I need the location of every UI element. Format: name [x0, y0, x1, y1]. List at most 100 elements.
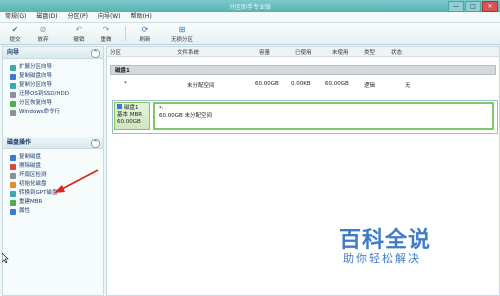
copy-disk-icon: [10, 154, 16, 161]
wizard-item-label: 复制分区向导: [19, 82, 53, 88]
refresh-label: 刷新: [139, 37, 151, 43]
wizard-item-label: 复制磁盘向导: [19, 73, 53, 79]
col-free[interactable]: 未使用: [332, 48, 349, 56]
refresh-button[interactable]: ⟳ 刷新: [134, 25, 156, 43]
initialize-icon: [10, 181, 16, 188]
menu-partition[interactable]: 分区(P): [63, 12, 93, 22]
wizard-item-migrate-os[interactable]: 迁移OS到SSD/HDD: [3, 90, 103, 99]
disk-op-copy-disk[interactable]: 复制磁盘: [3, 153, 103, 162]
maximize-button[interactable]: □: [465, 1, 481, 12]
disk-op-properties[interactable]: 属性: [3, 207, 103, 216]
discard-icon: ⊘: [39, 25, 47, 34]
properties-icon: [10, 208, 16, 215]
unallocated-partition-block[interactable]: *: 60.00GB 未分配空间: [153, 102, 494, 130]
cell-filesystem: 未分配空间: [187, 83, 215, 89]
wizard-item-copy-disk[interactable]: 复制磁盘向导: [3, 72, 103, 81]
submit-label: 提交: [9, 37, 21, 43]
cell-partition: *: [124, 81, 127, 87]
disk-map: 磁盘1 基本 MBR 60.00GB *: 60.00GB 未分配空间: [112, 100, 498, 134]
table-row[interactable]: * 未分配空间 60.00GB 0.00KB 60.00GB 逻辑 无: [107, 80, 499, 89]
menu-general[interactable]: 常规(G): [0, 12, 31, 22]
close-button[interactable]: ✕: [482, 1, 498, 12]
disk-ops-panel-title: 磁盘操作: [7, 139, 32, 146]
disk-info-block[interactable]: 磁盘1 基本 MBR 60.00GB: [114, 102, 150, 130]
migrate-icon: [10, 91, 16, 98]
window-title: 分区助手专业版: [228, 4, 271, 11]
col-type[interactable]: 类型: [364, 48, 375, 56]
col-capacity[interactable]: 容量: [259, 48, 270, 56]
watermark: 百科全说 助你轻松解决: [339, 222, 489, 267]
wizard-item-windows-cmd[interactable]: Windows命令行: [3, 108, 103, 117]
col-partition[interactable]: 分区: [110, 48, 121, 56]
wizard-item-copy-partition[interactable]: 复制分区向导: [3, 81, 103, 90]
wizard-item-label: Windows命令行: [19, 109, 61, 115]
disk-op-label: 属性: [19, 208, 31, 214]
collapse-icon[interactable]: ^: [91, 139, 100, 148]
undo-icon: ↶: [75, 25, 83, 34]
submit-button[interactable]: ✔ 提交: [4, 25, 26, 43]
redo-label: 重做: [100, 37, 112, 43]
window-controls: — □ ✕: [448, 1, 498, 12]
wizard-panel-title: 向导: [7, 49, 20, 56]
redo-icon: ↷: [102, 25, 110, 34]
command-line-icon: [10, 109, 16, 116]
menu-wizard[interactable]: 向导(W): [93, 12, 126, 22]
menu-disk[interactable]: 磁盘(D): [31, 12, 62, 22]
watermark-subtitle: 助你轻松解决: [343, 252, 421, 265]
minimize-button[interactable]: —: [448, 1, 464, 12]
extend-icon: [10, 64, 16, 71]
disk-kind: 基本 MBR: [117, 112, 143, 118]
discard-button[interactable]: ⊘ 放弃: [32, 25, 54, 43]
collapse-icon[interactable]: ^: [91, 49, 100, 58]
lossless-partition-label: 无损分区: [170, 37, 193, 43]
wizard-panel-header[interactable]: 向导 ^: [3, 47, 103, 59]
disk-name: 磁盘1: [117, 104, 147, 112]
wizard-item-partition-recovery[interactable]: 分区恢复向导: [3, 99, 103, 108]
disk-size: 60.00GB: [117, 119, 141, 125]
disk-icon: [117, 104, 122, 109]
wizard-item-label: 扩展分区向导: [19, 64, 53, 70]
disk-op-label: 坏扇区检测: [19, 172, 47, 178]
wizard-item-extend-partition[interactable]: 扩展分区向导: [3, 63, 103, 72]
lossless-partition-button[interactable]: ⊞ 无损分区: [165, 25, 199, 43]
col-used[interactable]: 已使用: [295, 48, 312, 56]
refresh-icon: ⟳: [141, 25, 149, 34]
partition-name: *:: [159, 106, 164, 112]
col-status[interactable]: 状态: [391, 48, 402, 56]
cell-used: 0.00KB: [291, 81, 311, 87]
title-bar: 分区助手专业版 — □ ✕: [0, 0, 500, 12]
undo-button[interactable]: ↶ 撤销: [68, 25, 90, 43]
mouse-cursor-icon: [2, 253, 9, 263]
disk-op-label: 初始化磁盘: [19, 181, 47, 187]
disk-group-row[interactable]: 磁盘1: [110, 65, 496, 75]
disk-op-rebuild-mbr[interactable]: 重建MBR: [3, 198, 103, 207]
convert-icon: [10, 190, 16, 197]
cell-type: 逻辑: [364, 83, 376, 89]
redo-button[interactable]: ↷ 重做: [95, 25, 117, 43]
toolbar: ✔ 提交 ⊘ 放弃 ↶ 撤销 ↷ 重做 ⟳ 刷新 ⊞ 无损分区: [0, 23, 500, 45]
wizard-item-label: 迁移OS到SSD/HDD: [19, 91, 69, 97]
menu-bar: 常规(G) 磁盘(D) 分区(P) 向导(W) 帮助(H): [0, 12, 500, 23]
disk-name-label: 磁盘1: [124, 105, 139, 111]
copy-partition-icon: [10, 82, 16, 89]
disk-op-label: 复制磁盘: [19, 154, 42, 160]
bad-sector-icon: [10, 172, 16, 179]
red-arrow-annotation: [54, 169, 99, 193]
partition-desc: 60.00GB 未分配空间: [159, 113, 213, 119]
disk-op-label: 擦除磁盘: [19, 163, 42, 169]
eraser-icon: [10, 163, 16, 170]
discard-label: 放弃: [37, 37, 49, 43]
cell-status: 无: [405, 83, 411, 89]
rebuild-icon: [10, 199, 16, 206]
lossless-partition-icon: ⊞: [178, 25, 186, 34]
disk-op-label: 重建MBR: [19, 199, 43, 205]
menu-help[interactable]: 帮助(H): [126, 12, 157, 22]
cell-capacity: 60.00GB: [255, 81, 279, 87]
disk-ops-panel-header[interactable]: 磁盘操作 ^: [3, 137, 103, 149]
check-icon: ✔: [11, 25, 19, 34]
col-filesystem[interactable]: 文件系统: [177, 48, 199, 56]
copy-disk-icon: [10, 73, 16, 80]
cell-free: 60.00GB: [325, 81, 349, 87]
wizard-item-label: 分区恢复向导: [19, 100, 53, 106]
undo-label: 撤销: [73, 37, 85, 43]
